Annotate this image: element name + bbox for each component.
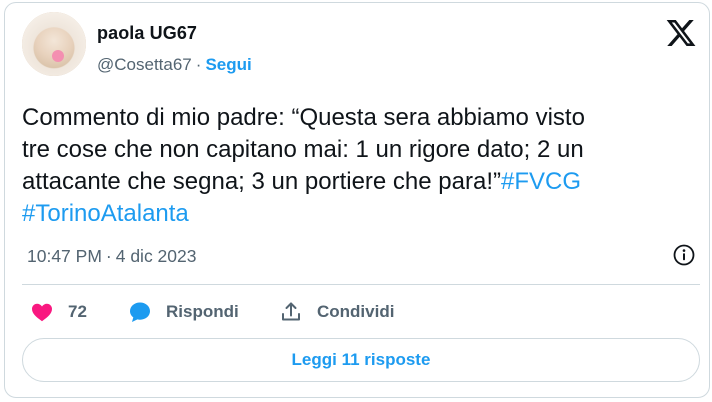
speech-bubble-icon bbox=[130, 302, 150, 322]
like-count: 72 bbox=[68, 302, 87, 321]
follow-button[interactable]: Segui bbox=[205, 55, 251, 74]
timestamp-separator: · bbox=[105, 246, 112, 266]
handle-row: @Cosetta67 · Segui bbox=[97, 55, 252, 75]
divider bbox=[22, 284, 700, 285]
share-button[interactable]: Condividi bbox=[279, 300, 394, 324]
tweet-date[interactable]: 4 dic 2023 bbox=[116, 246, 197, 266]
like-button[interactable]: 72 bbox=[30, 300, 87, 324]
avatar-hair bbox=[22, 12, 86, 76]
tweet-time[interactable]: 10:47 PM bbox=[27, 246, 102, 266]
tweet-text-line-2: tre cose che non capitano mai: 1 un rigo… bbox=[22, 136, 584, 163]
tweet-text-line-1: Commento di mio padre: “Questa sera abbi… bbox=[22, 104, 585, 131]
read-replies-label: Leggi 11 risposte bbox=[291, 350, 431, 369]
reply-label: Rispondi bbox=[166, 302, 239, 321]
x-logo-icon[interactable] bbox=[665, 17, 697, 49]
timestamp[interactable]: 10:47 PM · 4 dic 2023 bbox=[27, 246, 197, 267]
share-icon bbox=[282, 302, 300, 321]
info-icon[interactable] bbox=[672, 243, 696, 267]
hashtag-torinoatalanta[interactable]: #TorinoAtalanta bbox=[22, 200, 189, 227]
avatar-gum-bubble bbox=[52, 50, 64, 62]
handle-separator: · bbox=[195, 55, 202, 74]
tweet-text-line-3: attacante che segna; 3 un portiere che p… bbox=[22, 168, 501, 195]
author-name[interactable]: paola UG67 bbox=[97, 23, 197, 44]
share-label: Condividi bbox=[317, 302, 395, 321]
reply-button[interactable]: Rispondi bbox=[128, 300, 239, 324]
avatar[interactable] bbox=[22, 12, 86, 76]
heart-icon bbox=[32, 303, 52, 322]
hashtag-fvcg[interactable]: #FVCG bbox=[501, 168, 581, 195]
read-replies-button[interactable]: Leggi 11 risposte bbox=[22, 338, 700, 382]
author-handle[interactable]: @Cosetta67 bbox=[97, 55, 192, 74]
tweet-text: Commento di mio padre: “Questa sera abbi… bbox=[22, 102, 690, 230]
